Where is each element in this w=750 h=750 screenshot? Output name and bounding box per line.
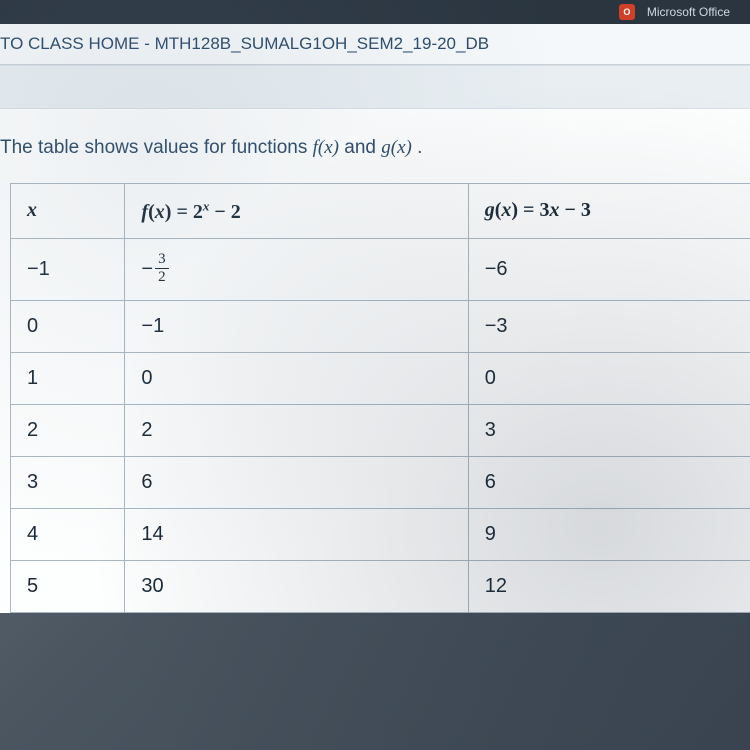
toolbar-spacer bbox=[0, 65, 750, 109]
function-values-table: x f(x) = 2x − 2 g(x) = 3x − 3 −1 −32 −6 … bbox=[10, 183, 750, 613]
table-header-row: x f(x) = 2x − 2 g(x) = 3x − 3 bbox=[11, 184, 750, 239]
office-label: Microsoft Office bbox=[647, 5, 730, 19]
prompt-mid: and bbox=[339, 137, 381, 158]
prompt-g: g(x) bbox=[381, 137, 412, 158]
table-body: −1 −32 −6 0 −1 −3 1 0 0 2 2 3 3 6 bbox=[11, 238, 750, 612]
table-row: −1 −32 −6 bbox=[11, 238, 750, 300]
cell-x: 1 bbox=[11, 352, 125, 404]
cell-g: −3 bbox=[468, 300, 750, 352]
cell-f: 0 bbox=[125, 352, 468, 404]
cell-f: 6 bbox=[125, 456, 468, 508]
cell-f: 14 bbox=[125, 508, 468, 560]
cell-f: −1 bbox=[125, 300, 468, 352]
table-row: 4 14 9 bbox=[11, 508, 750, 560]
cell-g: 6 bbox=[468, 456, 750, 508]
breadcrumb-text: TO CLASS HOME - MTH128B_SUMALG1OH_SEM2_1… bbox=[0, 34, 489, 53]
cell-f: 30 bbox=[125, 560, 468, 612]
header-f: f(x) = 2x − 2 bbox=[125, 184, 468, 239]
question-panel: The table shows values for functions f(x… bbox=[0, 109, 750, 613]
cell-x: 3 bbox=[11, 456, 125, 508]
cell-g: 3 bbox=[468, 404, 750, 456]
cell-g: 0 bbox=[468, 352, 750, 404]
prompt-f: f(x) bbox=[313, 137, 339, 158]
header-g: g(x) = 3x − 3 bbox=[468, 184, 750, 239]
table-row: 5 30 12 bbox=[11, 560, 750, 612]
cell-x: 2 bbox=[11, 404, 125, 456]
cell-g: 9 bbox=[468, 508, 750, 560]
cell-f: 2 bbox=[125, 404, 468, 456]
breadcrumb[interactable]: TO CLASS HOME - MTH128B_SUMALG1OH_SEM2_1… bbox=[0, 24, 750, 65]
cell-g: 12 bbox=[468, 560, 750, 612]
table-row: 3 6 6 bbox=[11, 456, 750, 508]
cell-g: −6 bbox=[468, 238, 750, 300]
cell-x: 5 bbox=[11, 560, 125, 612]
question-prompt: The table shows values for functions f(x… bbox=[0, 137, 750, 183]
office-icon: O bbox=[619, 4, 635, 20]
cell-x: −1 bbox=[11, 238, 125, 300]
table-row: 2 2 3 bbox=[11, 404, 750, 456]
cell-x: 0 bbox=[11, 300, 125, 352]
prompt-suffix: . bbox=[412, 137, 423, 158]
window-top-bar: O Microsoft Office bbox=[0, 0, 750, 24]
table-row: 0 −1 −3 bbox=[11, 300, 750, 352]
cell-x: 4 bbox=[11, 508, 125, 560]
table-row: 1 0 0 bbox=[11, 352, 750, 404]
cell-f: −32 bbox=[125, 238, 468, 300]
prompt-prefix: The table shows values for functions bbox=[0, 137, 313, 158]
header-x: x bbox=[11, 184, 125, 239]
